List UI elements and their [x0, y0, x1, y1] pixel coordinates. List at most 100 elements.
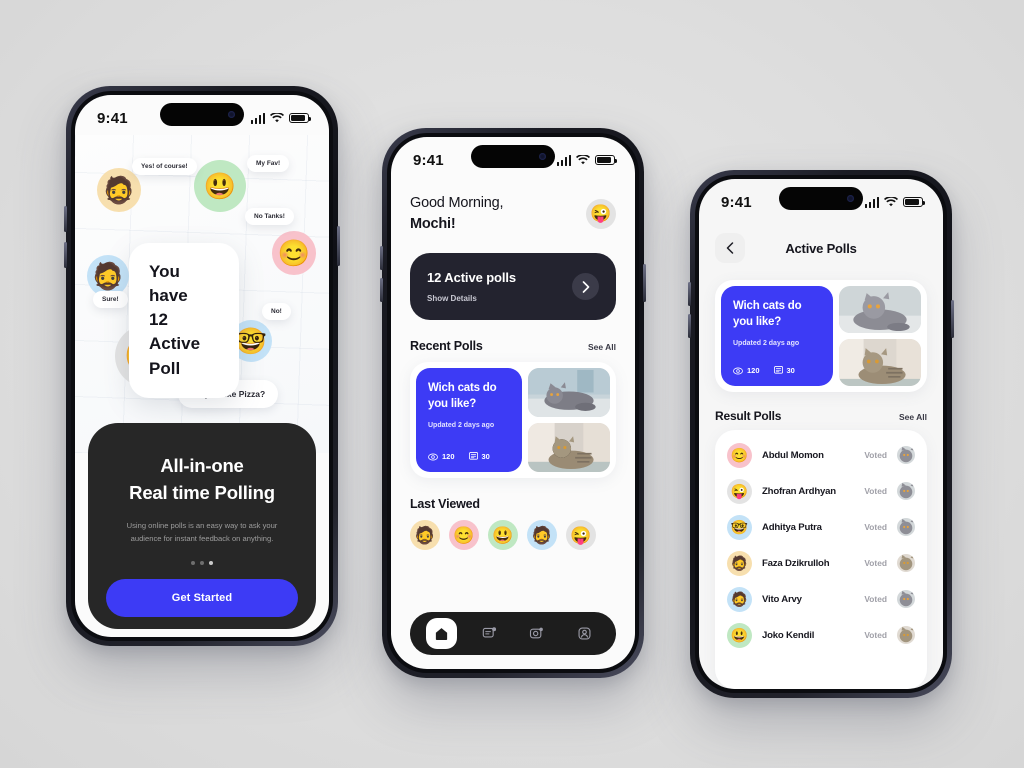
cellular-signal-icon — [556, 154, 571, 166]
table-row[interactable]: 🧔 Vito Arvy Voted — [727, 581, 915, 617]
voter-name: Vito Arvy — [762, 593, 802, 605]
battery-icon — [595, 154, 618, 166]
poll-question-panel[interactable]: Wich cats do you like? Updated 2 days ag… — [416, 368, 522, 473]
active-poll-card[interactable]: Wich cats do you like? Updated 2 days ag… — [715, 280, 927, 392]
canvas-background: 9:41 🧔 😃 😊 🧔 😜 🤓 — [0, 0, 1024, 768]
tab-scan[interactable] — [521, 618, 552, 649]
status-time: 9:41 — [721, 193, 752, 211]
bubble-no-tanks: No Tanks! — [245, 208, 294, 225]
volume-down-button[interactable] — [380, 278, 383, 302]
result-polls-title: Result Polls — [715, 409, 782, 423]
recent-poll-card[interactable]: Wich cats do you like? Updated 2 days ag… — [410, 362, 616, 479]
active-polls-banner[interactable]: 12 Active polls Show Details — [410, 253, 616, 321]
status-badge: Voted — [864, 558, 887, 568]
hero-headline-card: You have 12 Active Poll — [129, 243, 239, 398]
memoji-beanie-man[interactable]: 🧔 — [527, 520, 557, 551]
poll-question-line1: Wich cats do — [733, 300, 802, 312]
tab-polls[interactable] — [474, 618, 505, 649]
dynamic-island — [471, 145, 555, 168]
power-button[interactable] — [337, 226, 340, 266]
poll-question-panel[interactable]: Wich cats do you like? Updated 2 days ag… — [721, 286, 833, 386]
voter-name: Faza Dzikrulloh — [762, 557, 830, 569]
onboarding-title: All-in-one Real time Polling — [106, 453, 298, 507]
greeting-line1: Good Morning, — [410, 195, 504, 211]
front-camera-icon — [539, 153, 546, 160]
table-row[interactable]: 😃 Joko Kendil Voted — [727, 617, 915, 653]
phone1-screen: 9:41 🧔 😃 😊 🧔 😜 🤓 — [75, 95, 329, 637]
back-button[interactable] — [715, 233, 745, 263]
dot-2[interactable] — [200, 561, 204, 565]
volume-up-button[interactable] — [688, 282, 691, 306]
phone2-screen: 9:41 Good Morning, Mochi! 😜 12 Active po… — [391, 137, 635, 669]
status-time: 9:41 — [97, 109, 128, 127]
status-indicators — [864, 196, 926, 208]
poll-votes-stat: 30 — [468, 452, 490, 462]
status-badge: Voted — [864, 630, 887, 640]
grey-cat-photo[interactable] — [839, 286, 921, 333]
tabby-cat-photo[interactable] — [528, 423, 610, 473]
result-see-all-link[interactable]: See All — [899, 412, 927, 422]
onboarding-title-line2: Real time Polling — [129, 481, 275, 503]
tabby-cat-photo[interactable] — [839, 339, 921, 386]
power-button[interactable] — [951, 300, 954, 338]
poll-icon — [773, 366, 783, 374]
grey-cat-photo — [897, 518, 915, 536]
bubble-my-fav: My Fav! — [247, 155, 290, 172]
memoji-smiling-man[interactable]: 😃 — [488, 520, 518, 551]
volume-up-button[interactable] — [64, 206, 67, 232]
table-row[interactable]: 😊 Abdul Momon Voted — [727, 437, 915, 473]
dot-1[interactable] — [191, 561, 195, 565]
volume-down-button[interactable] — [688, 314, 691, 338]
profile-avatar[interactable]: 😜 — [586, 198, 616, 229]
power-button[interactable] — [643, 264, 646, 302]
volume-down-button[interactable] — [64, 242, 67, 268]
poll-question: Wich cats do you like? — [428, 381, 510, 412]
table-row[interactable]: 😜 Zhofran Ardhyan Voted — [727, 473, 915, 509]
memoji-wink-grey-hair[interactable]: 😜 — [566, 520, 596, 551]
table-row[interactable]: 🧔 Faza Dzikrulloh Voted — [727, 545, 915, 581]
greeting-row: Good Morning, Mochi! 😜 — [410, 193, 616, 234]
greeting-text: Good Morning, Mochi! — [410, 193, 504, 234]
dot-3[interactable] — [209, 561, 213, 565]
dynamic-island — [779, 187, 863, 210]
poll-votes-count: 30 — [481, 452, 490, 462]
poll-question-line2: you like? — [733, 315, 782, 328]
phone2-bezel: 9:41 Good Morning, Mochi! 😜 12 Active po… — [387, 133, 639, 673]
poll-stats: 120 30 — [733, 355, 821, 375]
greeting-line2: Mochi! — [410, 215, 456, 232]
home-content: Good Morning, Mochi! 😜 12 Active polls S… — [391, 177, 635, 669]
wifi-icon — [270, 112, 284, 124]
get-started-button[interactable]: Get Started — [106, 579, 298, 617]
bubble-sure: Sure! — [93, 291, 128, 308]
memoji-smiling-man: 😃 — [194, 160, 246, 212]
memoji-beard-glasses[interactable]: 🧔 — [410, 520, 440, 551]
tab-home[interactable] — [426, 618, 458, 649]
poll-votes-count: 30 — [786, 366, 795, 375]
onboarding-description: Using online polls is an easy way to ask… — [126, 521, 278, 543]
volume-up-button[interactable] — [380, 246, 383, 270]
cellular-signal-icon — [250, 112, 265, 124]
memoji-short-hair-woman[interactable]: 😊 — [449, 520, 479, 551]
chevron-right-icon[interactable] — [572, 273, 599, 301]
grey-cat-photo[interactable] — [528, 368, 610, 418]
onboarding-pagination-dots — [106, 561, 298, 565]
avatar: 🧔 — [727, 586, 752, 612]
status-badge: Voted — [864, 450, 887, 460]
status-badge: Voted — [864, 594, 887, 604]
active-poll-card-wrapper: Wich cats do you like? Updated 2 days ag… — [715, 280, 927, 392]
onboarding-title-line1: All-in-one — [160, 454, 244, 476]
status-indicators — [250, 112, 312, 124]
dynamic-island — [160, 103, 244, 126]
poll-option-thumbnails — [839, 286, 921, 386]
avatar: 🧔 — [727, 550, 752, 576]
poll-option-thumbnails — [528, 368, 610, 473]
recent-see-all-link[interactable]: See All — [588, 342, 616, 352]
phone3-status-bar: 9:41 — [699, 179, 943, 219]
grey-cat-photo — [897, 590, 915, 608]
avatar: 😜 — [727, 478, 752, 504]
recent-polls-title: Recent Polls — [410, 339, 483, 354]
tab-profile[interactable] — [569, 618, 600, 649]
eye-icon — [428, 453, 438, 461]
memoji-beard-glasses: 🧔 — [97, 168, 141, 212]
table-row[interactable]: 🤓 Adhitya Putra Voted — [727, 509, 915, 545]
